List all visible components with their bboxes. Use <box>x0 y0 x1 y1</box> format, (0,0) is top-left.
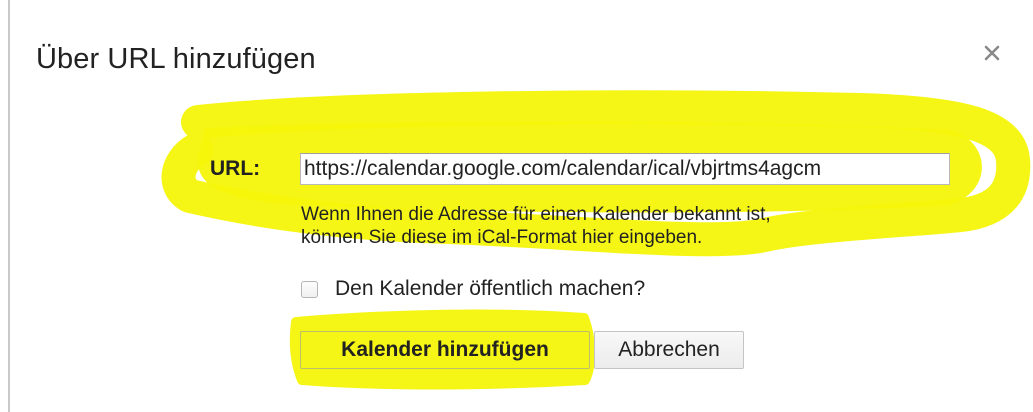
public-calendar-checkbox[interactable] <box>301 280 318 298</box>
url-hint-line-2: können Sie diese im iCal-Format hier ein… <box>301 227 703 248</box>
public-calendar-option[interactable]: Den Kalender öffentlich machen? <box>301 276 645 302</box>
close-icon <box>984 45 1000 61</box>
url-hint-text: Wenn Ihnen die Adresse für einen Kalende… <box>301 203 941 249</box>
public-calendar-label[interactable]: Den Kalender öffentlich machen? <box>335 277 645 301</box>
url-hint-line-1: Wenn Ihnen die Adresse für einen Kalende… <box>301 204 771 225</box>
dialog-left-border <box>8 0 10 412</box>
url-label: URL: <box>210 157 261 180</box>
close-button[interactable] <box>974 35 1010 71</box>
dialog-title: Über URL hinzufügen <box>36 43 316 75</box>
url-input[interactable] <box>300 153 950 185</box>
add-calendar-button[interactable]: Kalender hinzufügen <box>300 331 590 369</box>
add-calendar-by-url-dialog: Über URL hinzufügen URL: Wenn Ihnen die … <box>0 0 1033 412</box>
cancel-button[interactable]: Abbrechen <box>594 331 744 369</box>
